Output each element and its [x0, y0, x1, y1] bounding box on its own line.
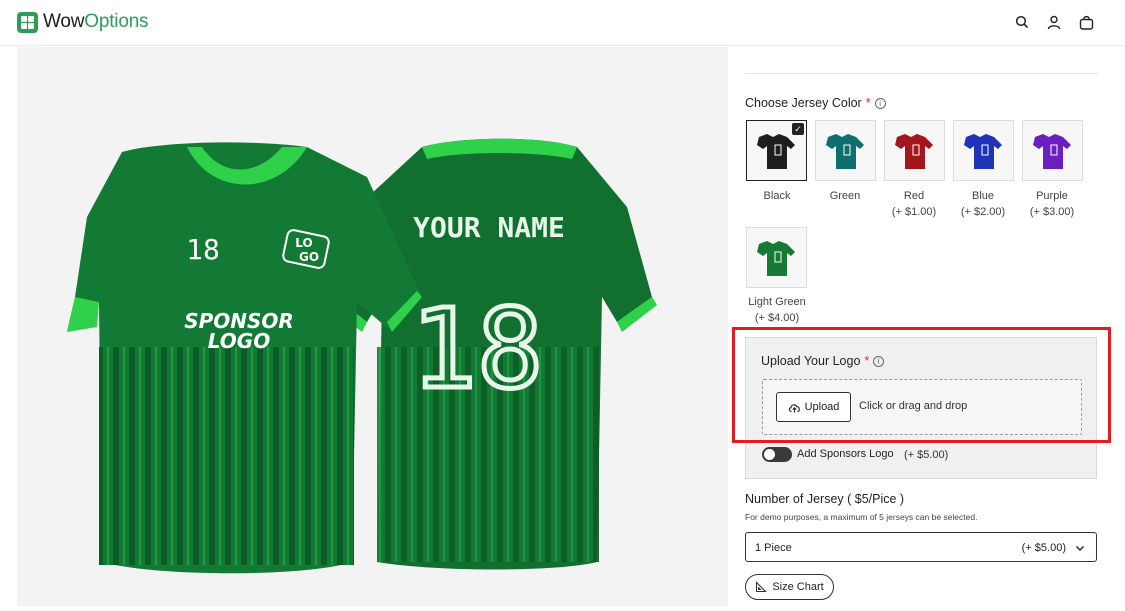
size-chart-button[interactable]: Size Chart: [745, 574, 834, 600]
color-swatch-label: Light Green (+ $4.00): [748, 296, 806, 324]
quantity-value: 1 Piece: [755, 542, 792, 554]
sponsor-logo-price: (+ $5.00): [904, 449, 949, 461]
search-icon[interactable]: [1013, 13, 1031, 31]
quantity-title: Number of Jersey ( $5/Pice ): [745, 492, 905, 506]
brand-logo[interactable]: WowOptions: [17, 11, 149, 33]
brand-name: WowOptions: [43, 11, 149, 32]
color-swatch-purple[interactable]: [1022, 120, 1083, 181]
back-name-text: YOUR NAME: [413, 211, 565, 244]
check-icon: ✓: [792, 123, 804, 135]
jersey-thumbnail: [753, 131, 801, 171]
site-header: WowOptions: [0, 0, 1125, 46]
color-swatch-label: Black: [763, 190, 791, 202]
ruler-icon: [756, 581, 768, 593]
jersey-thumbnail: [822, 131, 870, 171]
highlight-frame: [732, 327, 1111, 443]
bag-icon[interactable]: [1077, 13, 1095, 31]
jersey-thumbnail: [960, 131, 1008, 171]
product-options-panel: Choose Jersey Color * i ✓ Black Green Red…: [732, 47, 1111, 606]
divider: [745, 73, 1098, 74]
quantity-select[interactable]: 1 Piece (+ $5.00): [745, 532, 1097, 562]
sponsor-logo-toggle[interactable]: [762, 447, 792, 462]
quantity-note: For demo purposes, a maximum of 5 jersey…: [745, 512, 978, 522]
front-logo-line2: GO: [299, 250, 319, 264]
color-swatch-label: Green: [829, 190, 861, 202]
color-swatch-blue[interactable]: [953, 120, 1014, 181]
logo-icon: [17, 11, 38, 33]
color-swatch-green[interactable]: [815, 120, 876, 181]
back-number-text: 18: [411, 285, 543, 413]
jersey-front: 18 LO GO SPONSOR LOGO: [67, 142, 422, 574]
front-logo-line1: LO: [295, 236, 312, 250]
jersey-thumbnail: [1029, 131, 1077, 171]
color-swatch-red[interactable]: [884, 120, 945, 181]
jersey-thumbnail: [753, 238, 801, 278]
user-icon[interactable]: [1045, 13, 1063, 31]
color-swatch-label: Purple (+ $3.00): [1029, 190, 1075, 218]
sponsor-logo-label: Add Sponsors Logo: [797, 448, 894, 460]
front-number-text: 18: [186, 233, 220, 266]
info-icon[interactable]: i: [874, 97, 886, 109]
quantity-price: (+ $5.00): [1021, 542, 1066, 554]
color-swatch-light-green[interactable]: [746, 227, 807, 288]
front-sponsor-line2: LOGO: [208, 329, 270, 353]
jersey-thumbnail: [891, 131, 939, 171]
color-swatch-black[interactable]: ✓: [746, 120, 807, 181]
jersey-color-label: Choose Jersey Color * i: [745, 96, 886, 110]
color-swatch-label: Red (+ $1.00): [891, 190, 937, 218]
chevron-down-icon: [1076, 546, 1084, 551]
color-swatch-label: Blue (+ $2.00): [960, 190, 1006, 218]
product-image: YOUR NAME 18 18 LO GO SPONSOR LOGO: [17, 47, 728, 606]
